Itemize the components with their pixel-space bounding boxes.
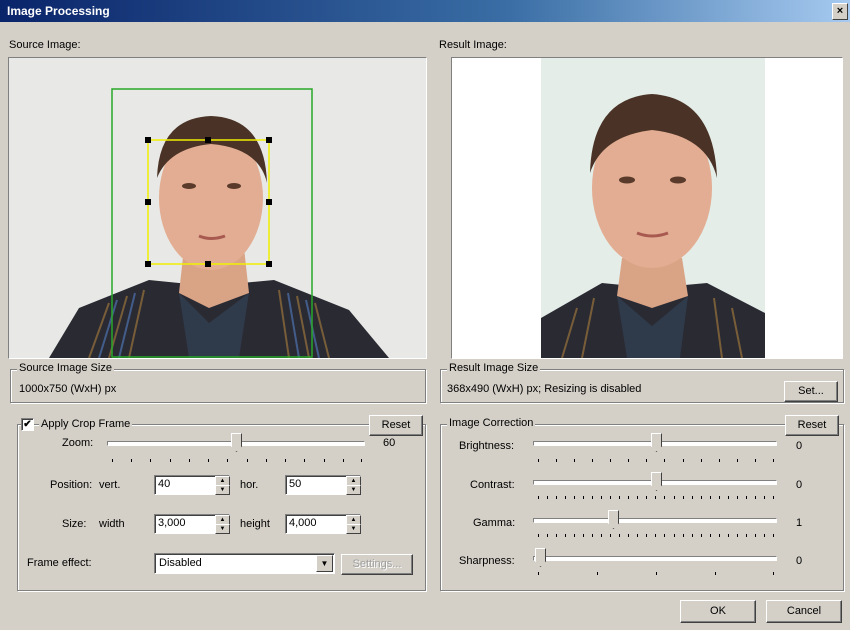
settings-button[interactable]: Settings... bbox=[341, 554, 413, 575]
width-spinner[interactable]: ▲ ▼ bbox=[215, 515, 230, 534]
hor-input[interactable]: ▲▼ bbox=[285, 475, 361, 495]
sharpness-slider-track[interactable] bbox=[533, 556, 777, 561]
hor-spinner[interactable]: ▲ ▼ bbox=[346, 476, 361, 495]
source-size-value: 1000x750 (WxH) px bbox=[19, 383, 117, 395]
vert-label: vert. bbox=[99, 479, 121, 491]
brightness-label: Brightness: bbox=[459, 440, 515, 452]
source-size-title: Source Image Size bbox=[17, 362, 114, 374]
zoom-label: Zoom: bbox=[62, 437, 94, 449]
gamma-slider-track[interactable] bbox=[533, 518, 777, 523]
frame-effect-label: Frame effect: bbox=[27, 557, 92, 569]
cancel-button[interactable]: Cancel bbox=[766, 600, 842, 623]
zoom-value: 60 bbox=[383, 437, 396, 449]
size-label: Size: bbox=[62, 518, 87, 530]
source-image-label: Source Image: bbox=[9, 39, 81, 51]
sharpness-ticks bbox=[538, 572, 774, 575]
dialog-window: Image Processing × Source Image: Result … bbox=[0, 0, 850, 630]
height-spinner[interactable]: ▲ ▼ bbox=[346, 515, 361, 534]
close-icon[interactable]: × bbox=[832, 3, 848, 20]
result-size-title: Result Image Size bbox=[447, 362, 541, 374]
title-bar: Image Processing × bbox=[0, 0, 850, 22]
position-label: Position: bbox=[50, 479, 93, 491]
sharpness-label: Sharpness: bbox=[459, 555, 515, 567]
source-photo bbox=[9, 58, 426, 358]
result-image-pane bbox=[451, 57, 843, 359]
brightness-ticks bbox=[538, 459, 774, 462]
result-image-label: Result Image: bbox=[439, 39, 507, 51]
zoom-ticks bbox=[112, 459, 362, 462]
brightness-value: 0 bbox=[796, 440, 803, 452]
height-input[interactable]: ▲▼ bbox=[285, 514, 361, 534]
vert-input[interactable]: ▲▼ bbox=[154, 475, 230, 495]
width-label: width bbox=[99, 518, 125, 530]
hor-field[interactable] bbox=[289, 478, 329, 490]
crop-reset-button[interactable]: Reset bbox=[369, 415, 423, 436]
frame-effect-select[interactable]: Disabled ▼ bbox=[154, 553, 335, 574]
frame-effect-value: Disabled bbox=[159, 557, 202, 569]
set-button[interactable]: Set... bbox=[784, 381, 838, 402]
ok-button[interactable]: OK bbox=[680, 600, 756, 623]
gamma-label: Gamma: bbox=[473, 517, 516, 529]
apply-crop-label: Apply Crop Frame bbox=[39, 418, 133, 430]
result-size-value: 368x490 (WxH) px; Resizing is disabled bbox=[447, 383, 642, 395]
source-image-pane[interactable] bbox=[8, 57, 427, 359]
apply-crop-checkbox[interactable]: ✔ bbox=[21, 418, 34, 431]
height-field[interactable] bbox=[289, 517, 329, 529]
contrast-label: Contrast: bbox=[470, 479, 515, 491]
width-field[interactable] bbox=[158, 517, 198, 529]
gamma-ticks bbox=[538, 534, 774, 537]
sharpness-value: 0 bbox=[796, 555, 803, 567]
chevron-down-icon[interactable]: ▼ bbox=[316, 555, 333, 572]
width-input[interactable]: ▲▼ bbox=[154, 514, 230, 534]
correction-reset-button[interactable]: Reset bbox=[785, 415, 839, 436]
height-label: height bbox=[240, 518, 270, 530]
vert-field[interactable] bbox=[158, 478, 198, 490]
gamma-value: 1 bbox=[796, 517, 803, 529]
vert-spinner[interactable]: ▲ ▼ bbox=[215, 476, 230, 495]
result-photo bbox=[541, 58, 765, 358]
contrast-ticks bbox=[538, 496, 774, 499]
hor-label: hor. bbox=[240, 479, 259, 491]
image-correction-title: Image Correction bbox=[447, 417, 536, 429]
source-size-group: Source Image Size 1000x750 (WxH) px bbox=[10, 362, 426, 403]
window-title: Image Processing bbox=[7, 4, 110, 18]
contrast-value: 0 bbox=[796, 479, 803, 491]
